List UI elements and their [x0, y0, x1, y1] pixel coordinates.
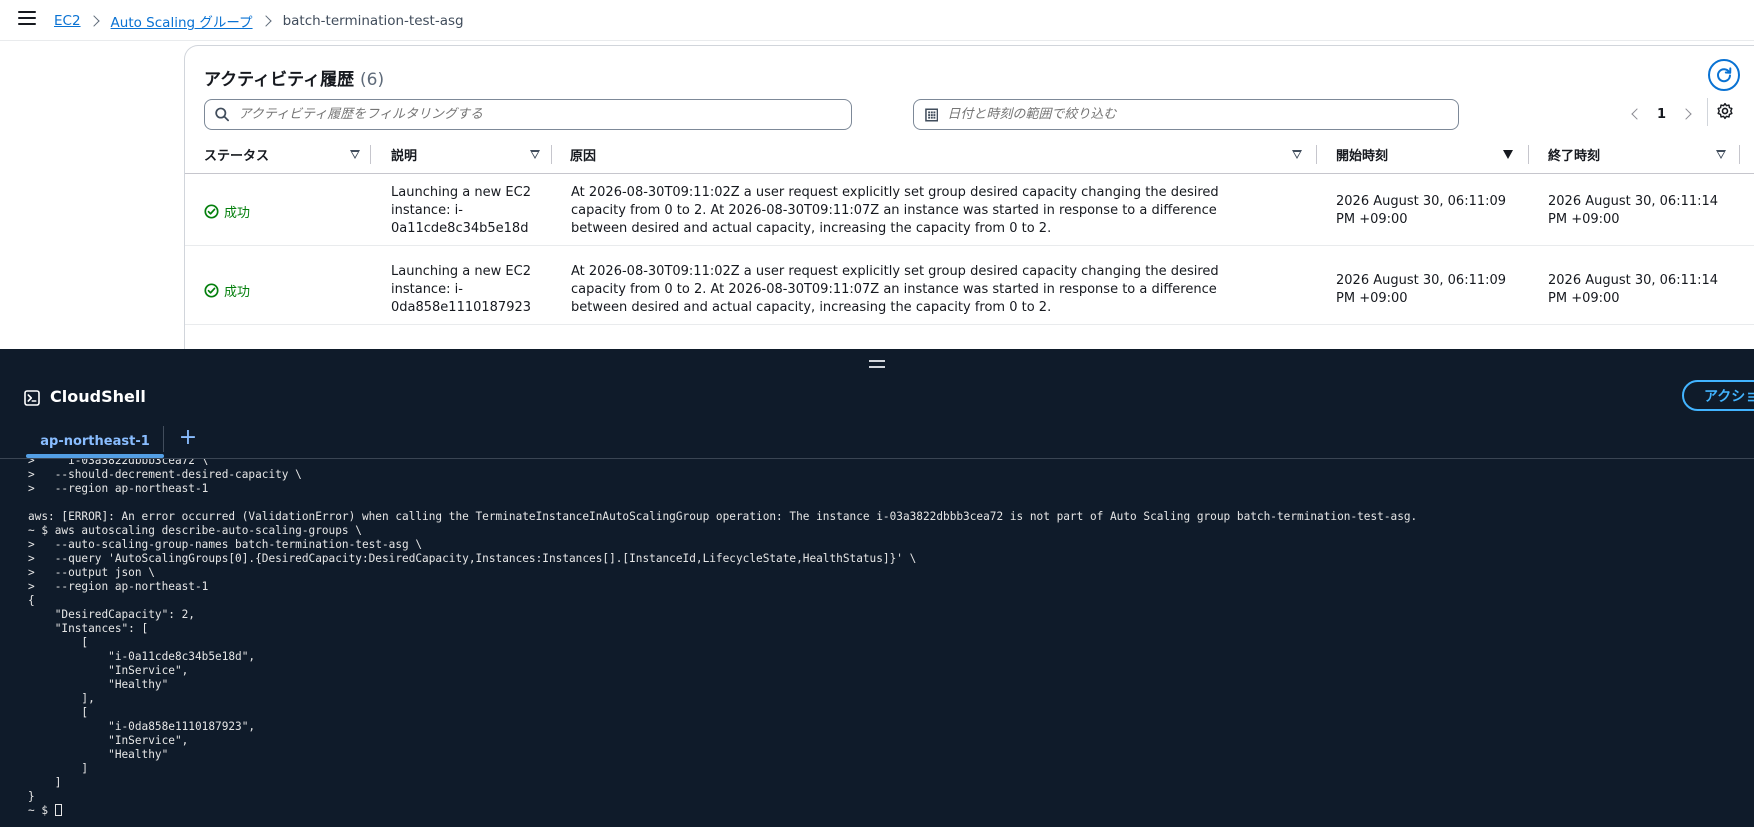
- pagination-divider: [1707, 98, 1708, 126]
- terminal-prompt: ~ $: [28, 804, 55, 817]
- status-badge: 成功: [204, 202, 250, 221]
- terminal-line: {: [28, 594, 35, 607]
- column-header-end-time[interactable]: 終了時刻: [1548, 134, 1600, 174]
- cloudshell-title: CloudShell: [50, 387, 146, 406]
- activity-history-panel: アクティビティ履歴 (6) アクティビティ履歴をフィルタリングする 日付と時刻の…: [184, 45, 1754, 349]
- tab-ap-northeast-1[interactable]: ap-northeast-1: [26, 424, 164, 458]
- refresh-icon: [1717, 67, 1732, 83]
- terminal-output: > i-03a3822dbbb3cea72 \ > --should-decrem…: [28, 459, 1748, 818]
- column-divider[interactable]: [551, 145, 552, 164]
- panel-title-text: アクティビティ履歴: [204, 70, 355, 90]
- terminal[interactable]: > i-03a3822dbbb3cea72 \ > --should-decrem…: [0, 459, 1754, 827]
- breadcrumb-ec2[interactable]: EC2: [54, 13, 81, 29]
- terminal-line: }: [28, 790, 35, 803]
- end-time-cell: 2026 August 30, 06:11:14 PM +09:00: [1548, 194, 1719, 227]
- chevron-right-icon[interactable]: [1674, 102, 1698, 126]
- tab-divider: [163, 426, 164, 452]
- date-range-filter: [913, 99, 1459, 130]
- table-row: 成功 Launching a new EC2 instance: i- 0a11…: [185, 175, 1754, 246]
- search-icon: [215, 107, 229, 122]
- refresh-button[interactable]: [1708, 59, 1740, 91]
- column-header-cause[interactable]: 原因: [570, 134, 596, 174]
- cause-cell: At 2026-08-30T09:11:02Z a user request e…: [571, 264, 1219, 315]
- start-time-cell: 2026 August 30, 06:11:09 PM +09:00: [1336, 194, 1507, 227]
- page-number[interactable]: 1: [1657, 107, 1666, 122]
- terminal-line: ]: [28, 762, 89, 775]
- cloudshell-header: CloudShell アクション ap-northeast-1 +: [0, 378, 1754, 459]
- cause-cell: At 2026-08-30T09:11:02Z a user request e…: [571, 185, 1219, 236]
- terminal-cursor: [54, 804, 62, 816]
- breadcrumb: EC2 Auto Scaling グループ batch-termination-…: [54, 11, 464, 31]
- description-cell: Launching a new EC2 instance: i- 0da858e…: [391, 264, 532, 315]
- end-time-cell: 2026 August 30, 06:11:14 PM +09:00: [1548, 273, 1719, 306]
- status-success-icon: [204, 204, 219, 219]
- actions-button[interactable]: アクション: [1682, 380, 1754, 411]
- panel-title: アクティビティ履歴 (6): [204, 65, 384, 90]
- terminal-line: > --region ap-northeast-1: [28, 580, 209, 593]
- sort-icon[interactable]: [530, 150, 540, 159]
- terminal-line: ]: [28, 776, 62, 789]
- breadcrumb-auto-scaling-groups[interactable]: Auto Scaling グループ: [111, 11, 253, 31]
- terminal-line: "Healthy": [28, 748, 169, 761]
- column-divider[interactable]: [370, 145, 371, 164]
- column-divider[interactable]: [1528, 145, 1529, 164]
- column-divider[interactable]: [1316, 145, 1317, 164]
- terminal-line: aws: [ERROR]: An error occurred (Validat…: [28, 510, 1418, 523]
- sort-icon[interactable]: [1292, 150, 1302, 159]
- top-navigation-bar: EC2 Auto Scaling グループ batch-termination-…: [0, 0, 1754, 41]
- terminal-line: "i-0a11cde8c34b5e18d",: [28, 650, 256, 663]
- chevron-right-icon: [259, 15, 272, 27]
- preferences-button[interactable]: [1716, 102, 1738, 124]
- description-cell: Launching a new EC2 instance: i- 0a11cde…: [391, 185, 531, 236]
- terminal-line: "Instances": [: [28, 622, 149, 635]
- terminal-line: "Healthy": [28, 678, 169, 691]
- terminal-prompt-line[interactable]: ~ $: [28, 804, 1748, 818]
- search-input[interactable]: [238, 107, 851, 122]
- content-area: アクティビティ履歴 (6) アクティビティ履歴をフィルタリングする 日付と時刻の…: [0, 41, 1754, 349]
- plus-icon[interactable]: +: [178, 423, 198, 451]
- status-badge: 成功: [204, 281, 250, 300]
- terminal-line: ],: [28, 692, 95, 705]
- activity-count: (6): [360, 70, 385, 90]
- pagination: 1: [1625, 102, 1698, 126]
- gear-icon: [1717, 102, 1733, 120]
- terminal-line: [: [28, 636, 89, 649]
- column-header-start-time[interactable]: 開始時刻: [1336, 134, 1388, 174]
- terminal-line: > --output json \: [28, 566, 155, 579]
- panel-resize-handle[interactable]: [0, 349, 1754, 378]
- column-header-description[interactable]: 説明: [391, 134, 417, 174]
- terminal-line: > i-03a3822dbbb3cea72 \: [28, 459, 209, 467]
- terminal-line: "i-0da858e1110187923",: [28, 720, 256, 733]
- terminal-line: "InService",: [28, 664, 189, 677]
- start-time-cell: 2026 August 30, 06:11:09 PM +09:00: [1336, 273, 1507, 306]
- sort-icon[interactable]: [350, 150, 360, 159]
- column-divider[interactable]: [1739, 145, 1740, 164]
- menu-icon[interactable]: [18, 11, 36, 27]
- status-success-icon: [204, 283, 219, 298]
- cloudshell-icon: [24, 390, 40, 406]
- column-header-status[interactable]: ステータス: [204, 134, 269, 174]
- terminal-line: > --query 'AutoScalingGroups[0].{Desired…: [28, 552, 917, 565]
- terminal-line: > --region ap-northeast-1: [28, 482, 209, 495]
- activity-filter-search: [204, 99, 852, 130]
- date-range-input[interactable]: [947, 107, 1458, 122]
- chevron-left-icon[interactable]: [1625, 102, 1649, 126]
- table-row: 成功 Launching a new EC2 instance: i- 0da8…: [185, 254, 1754, 325]
- chevron-right-icon: [87, 15, 100, 27]
- terminal-line: [: [28, 706, 89, 719]
- sort-icon[interactable]: [1503, 150, 1513, 159]
- terminal-line: > --should-decrement-desired-capacity \: [28, 468, 302, 481]
- terminal-line: "InService",: [28, 734, 189, 747]
- sort-icon[interactable]: [1716, 150, 1726, 159]
- terminal-line: "DesiredCapacity": 2,: [28, 608, 195, 621]
- table-header: ステータス 説明 原因 開始時刻 終了時刻: [185, 134, 1754, 174]
- resize-grip-icon[interactable]: [869, 359, 885, 368]
- calendar-icon: [925, 107, 939, 122]
- terminal-line: ~ $ aws autoscaling describe-auto-scalin…: [28, 524, 362, 537]
- terminal-line: > --auto-scaling-group-names batch-termi…: [28, 538, 423, 551]
- breadcrumb-current: batch-termination-test-asg: [282, 13, 464, 29]
